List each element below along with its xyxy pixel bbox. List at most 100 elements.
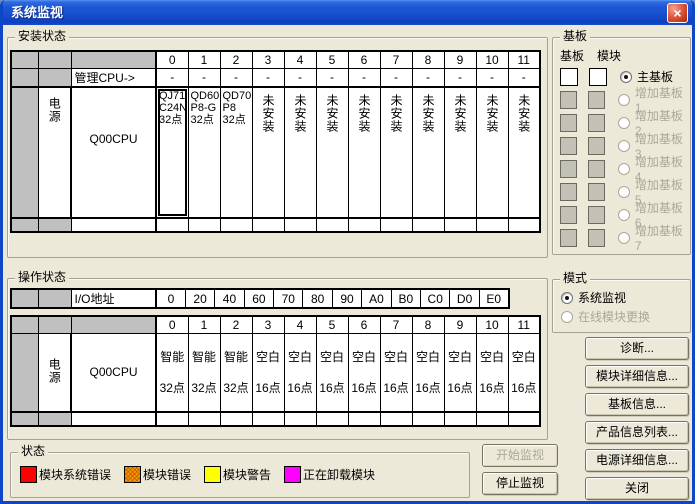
legend-label: 模块错误: [143, 466, 191, 483]
legend-label: 模块警告: [223, 466, 271, 483]
module-slot-0[interactable]: QJ71 C24N 32点: [156, 87, 188, 218]
grid-cell: [11, 218, 38, 232]
legend-swatch-module-warning: [204, 466, 221, 483]
grid-cell: [220, 412, 252, 426]
module-column-label: 模块: [597, 47, 621, 64]
radio-extension-base-5: [618, 186, 630, 198]
op-slot-1[interactable]: 智能32点: [188, 333, 220, 412]
operation-status-group-label: 操作状态: [15, 270, 69, 284]
cpu-cell[interactable]: Q00CPU: [71, 87, 156, 218]
slot-header: 1: [188, 316, 220, 333]
io-address-value: D0: [450, 289, 479, 308]
radio-online-module-change: [561, 311, 573, 323]
radio-label: 系统监视: [578, 289, 626, 306]
radio-system-monitor[interactable]: [561, 292, 573, 304]
op-slot-7[interactable]: 空白16点: [380, 333, 412, 412]
grid-cell: [316, 218, 348, 232]
grid-cell: [71, 316, 156, 333]
op-slot-9[interactable]: 空白16点: [444, 333, 476, 412]
power-detail-button[interactable]: 电源详细信息...: [585, 449, 689, 472]
op-slot-3[interactable]: 空白16点: [252, 333, 284, 412]
slot-header: 3: [252, 51, 284, 68]
io-address-value: 20: [185, 289, 214, 308]
grid-cell: [412, 412, 444, 426]
module-slot-8[interactable]: 未安装: [412, 87, 444, 218]
slot-header: 8: [412, 51, 444, 68]
op-slot-4[interactable]: 空白16点: [284, 333, 316, 412]
slot-header: 1: [188, 51, 220, 68]
radio-label: 增加基板7: [635, 222, 686, 253]
grid-cell: [71, 51, 156, 68]
grid-cell: [11, 51, 38, 68]
radio-main-base[interactable]: [620, 71, 632, 83]
module-led: [589, 68, 607, 86]
module-slot-5[interactable]: 未安装: [316, 87, 348, 218]
mode-option-online-module-change: 在线模块更换: [559, 307, 650, 326]
grid-cell: [508, 218, 540, 232]
module-slot-9[interactable]: 未安装: [444, 87, 476, 218]
base-board-row-ext7: 增加基板7: [560, 226, 686, 249]
manage-cpu-value: -: [220, 68, 252, 87]
grid-cell: [38, 218, 71, 232]
op-slot-6[interactable]: 空白16点: [348, 333, 380, 412]
slot-header: 8: [412, 316, 444, 333]
io-address-value: 40: [215, 289, 244, 308]
operation-bottom-row: [11, 412, 540, 426]
module-detail-button[interactable]: 模块详细信息...: [585, 365, 689, 388]
io-address-label: I/O地址: [71, 289, 156, 308]
slot-header: 2: [220, 316, 252, 333]
io-address-value: 70: [274, 289, 303, 308]
manage-cpu-value: -: [156, 68, 188, 87]
module-slot-1[interactable]: QD60 P8-G 32点: [188, 87, 220, 218]
close-icon: ×: [673, 5, 681, 21]
grid-cell: [284, 412, 316, 426]
base-led: [560, 91, 577, 109]
close-button[interactable]: ×: [667, 3, 688, 23]
manage-cpu-value: -: [508, 68, 540, 87]
module-slot-7[interactable]: 未安装: [380, 87, 412, 218]
diagnostics-button[interactable]: 诊断...: [585, 337, 689, 360]
status-legend-group: 状态 模块系统错误 模块错误 模块警告 正在卸载模块: [10, 452, 470, 498]
base-info-button[interactable]: 基板信息...: [585, 393, 689, 416]
module-slot-3[interactable]: 未安装: [252, 87, 284, 218]
stop-monitor-button[interactable]: 停止监视: [482, 472, 558, 495]
op-slot-0[interactable]: 智能32点: [156, 333, 188, 412]
module-slot-11[interactable]: 未安装: [508, 87, 540, 218]
power-supply-cell[interactable]: 电源: [38, 87, 71, 218]
io-address-table: I/O地址 0 20 40 60 70 80 90 A0 B0 C0 D0 E0: [10, 288, 510, 309]
base-column-label: 基板: [560, 47, 584, 64]
op-slot-5[interactable]: 空白16点: [316, 333, 348, 412]
grid-cell: [71, 218, 156, 232]
cpu-cell[interactable]: Q00CPU: [71, 333, 156, 412]
module-slot-10[interactable]: 未安装: [476, 87, 508, 218]
manage-cpu-value: -: [316, 68, 348, 87]
module-led: [588, 183, 605, 201]
module-slot-6[interactable]: 未安装: [348, 87, 380, 218]
power-supply-cell[interactable]: 电源: [38, 333, 71, 412]
module-slot-4[interactable]: 未安装: [284, 87, 316, 218]
close-dialog-button[interactable]: 关闭: [585, 477, 689, 500]
op-slot-11[interactable]: 空白16点: [508, 333, 540, 412]
op-slot-10[interactable]: 空白16点: [476, 333, 508, 412]
radio-extension-base-3: [618, 140, 630, 152]
product-list-button[interactable]: 产品信息列表...: [585, 421, 689, 444]
op-slot-8[interactable]: 空白16点: [412, 333, 444, 412]
module-slot-2[interactable]: QD70 P8 32点: [220, 87, 252, 218]
slot-header: 9: [444, 316, 476, 333]
slot-header: 3: [252, 316, 284, 333]
legend-label: 模块系统错误: [39, 466, 111, 483]
base-led: [560, 206, 577, 224]
base-led: [560, 183, 577, 201]
manage-cpu-value: -: [412, 68, 444, 87]
grid-cell: [476, 218, 508, 232]
slot-header: 6: [348, 316, 380, 333]
title-bar: 系统监视 ×: [3, 0, 692, 25]
legend-swatch-module-system-error: [20, 466, 37, 483]
base-led: [560, 68, 578, 86]
operation-status-table: 0 1 2 3 4 5 6 7 8 9 10 11 电源 Q00CPU 智能32…: [10, 315, 541, 427]
manage-cpu-value: -: [252, 68, 284, 87]
io-address-row: I/O地址 0 20 40 60 70 80 90 A0 B0 C0 D0 E0: [11, 289, 509, 308]
manage-cpu-value: -: [188, 68, 220, 87]
op-slot-2[interactable]: 智能32点: [220, 333, 252, 412]
base-board-column-headers: 基板 模块: [560, 47, 621, 64]
